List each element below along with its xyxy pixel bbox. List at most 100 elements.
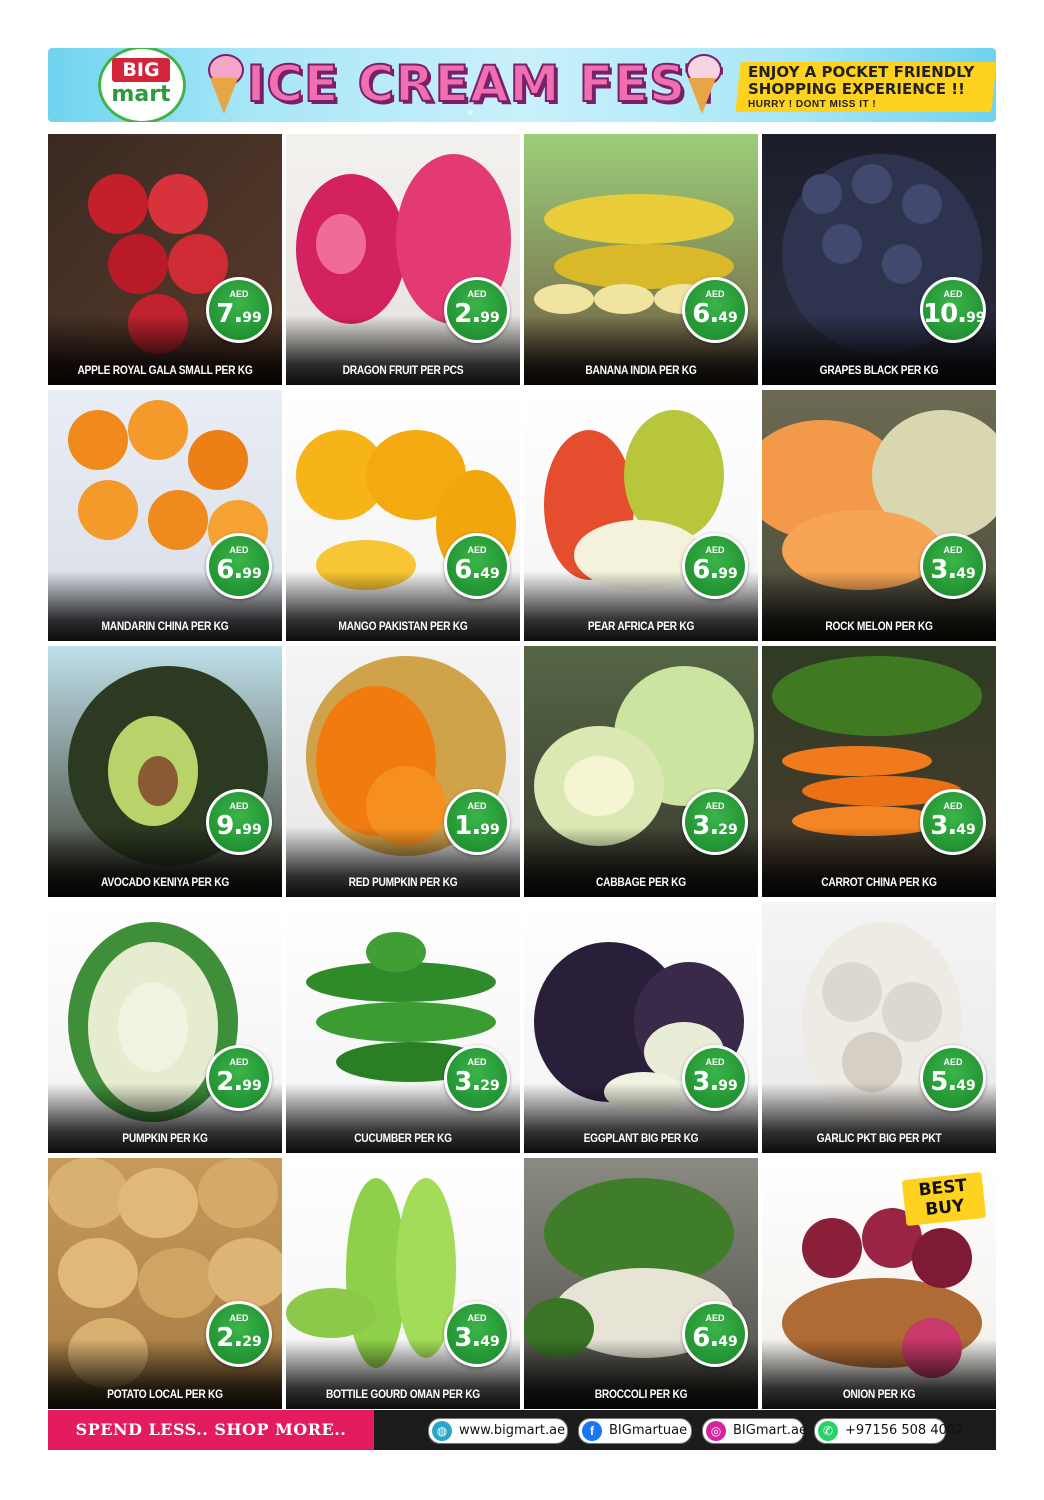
product-shape	[58, 1238, 138, 1308]
product-card[interactable]: AED 6.99 PEAR AFRICA PER KG	[524, 390, 758, 641]
product-name: APPLE ROYAL GALA SMALL PER KG	[77, 363, 253, 377]
product-card[interactable]: AED 6.99 MANDARIN CHINA PER KG	[48, 390, 282, 641]
product-shape	[108, 234, 168, 294]
currency-label: AED	[943, 289, 963, 299]
currency-label: AED	[229, 545, 249, 555]
product-shape	[118, 982, 188, 1072]
instagram-link[interactable]: ◎ BIGmart.ae	[702, 1418, 807, 1444]
price-whole: 5.	[930, 1067, 957, 1097]
facebook-link[interactable]: f BIGmartuae	[578, 1418, 692, 1444]
price-decimal: 99	[966, 310, 986, 326]
currency-label: AED	[705, 545, 725, 555]
price-badge-fill: AED 3.29	[447, 1048, 507, 1108]
product-name: DRAGON FRUIT PER PCS	[342, 363, 464, 377]
price-whole: 2.	[216, 1067, 243, 1097]
product-card[interactable]: AED 3.49 ROCK MELON PER KG	[762, 390, 996, 641]
currency-label: AED	[229, 1057, 249, 1067]
footer-bar: SPEND LESS.. SHOP MORE.. ◍ www.bigmart.a…	[48, 1410, 996, 1450]
price-value: 3.29	[685, 811, 745, 841]
product-card[interactable]: AED 1.99 RED PUMPKIN PER KG	[286, 646, 520, 897]
product-shape	[852, 164, 892, 204]
product-shape	[772, 656, 982, 736]
product-shape	[118, 1168, 198, 1238]
product-card[interactable]: AED 5.49 GARLIC PKT BIG PER PKT	[762, 902, 996, 1153]
product-name: BOTTILE GOURD OMAN PER KG	[325, 1387, 480, 1401]
price-decimal: 99	[242, 566, 262, 582]
product-name: RED PUMPKIN PER KG	[348, 875, 458, 889]
product-name: BANANA INDIA PER KG	[585, 363, 697, 377]
product-name: ROCK MELON PER KG	[825, 619, 933, 633]
price-badge: AED 2.99	[444, 277, 510, 343]
price-badge-fill: AED 3.49	[923, 792, 983, 852]
price-value: 3.29	[447, 1067, 507, 1097]
product-card[interactable]: AED 2.29 POTATO LOCAL PER KG	[48, 1158, 282, 1409]
currency-label: AED	[705, 289, 725, 299]
price-badge-fill: AED 2.29	[209, 1304, 269, 1364]
price-value: 7.99	[209, 299, 269, 329]
product-card[interactable]: AED 10.99 GRAPES BLACK PER KG	[762, 134, 996, 385]
product-card[interactable]: AED 3.29 CABBAGE PER KG	[524, 646, 758, 897]
currency-label: AED	[705, 1057, 725, 1067]
price-value: 3.49	[447, 1323, 507, 1353]
product-name: BROCCOLI PER KG	[594, 1387, 688, 1401]
product-card[interactable]: AED 3.49 BOTTILE GOURD OMAN PER KG	[286, 1158, 520, 1409]
price-badge-fill: AED 3.49	[923, 536, 983, 596]
whatsapp-link[interactable]: ✆ +97156 508 4002	[814, 1418, 963, 1444]
price-whole: 3.	[454, 1323, 481, 1353]
product-card[interactable]: BEST BUY ONION PER KG	[762, 1158, 996, 1409]
product-card[interactable]: AED 6.49 MANGO PAKISTAN PER KG	[286, 390, 520, 641]
product-card[interactable]: AED 3.49 CARROT CHINA PER KG	[762, 646, 996, 897]
product-card[interactable]: AED 2.99 PUMPKIN PER KG	[48, 902, 282, 1153]
price-badge-fill: AED 2.99	[447, 280, 507, 340]
product-shape	[316, 1002, 496, 1042]
price-badge: AED 3.49	[920, 533, 986, 599]
ice-cream-cone-icon	[682, 54, 722, 116]
price-badge: AED 5.49	[920, 1045, 986, 1111]
currency-label: AED	[705, 1313, 725, 1323]
price-badge-fill: AED 6.99	[685, 536, 745, 596]
price-decimal: 99	[480, 822, 500, 838]
price-badge: AED 6.99	[682, 533, 748, 599]
product-name: MANDARIN CHINA PER KG	[101, 619, 229, 633]
price-decimal: 99	[718, 566, 738, 582]
price-whole: 3.	[692, 1067, 719, 1097]
price-value: 6.49	[447, 555, 507, 585]
product-card[interactable]: AED 3.99 EGGPLANT BIG PER KG	[524, 902, 758, 1153]
price-badge: AED 6.49	[444, 533, 510, 599]
price-decimal: 49	[718, 1334, 738, 1350]
price-badge-fill: AED 3.49	[447, 1304, 507, 1364]
globe-icon: ◍	[432, 1421, 452, 1441]
product-card[interactable]: AED 9.99 AVOCADO KENIYA PER KG	[48, 646, 282, 897]
product-name: CARROT CHINA PER KG	[821, 875, 937, 889]
currency-label: AED	[467, 1057, 487, 1067]
price-value: 6.49	[685, 299, 745, 329]
website-link[interactable]: ◍ www.bigmart.ae	[428, 1418, 568, 1444]
product-card[interactable]: AED 7.99 APPLE ROYAL GALA SMALL PER KG	[48, 134, 282, 385]
currency-label: AED	[943, 801, 963, 811]
price-badge: AED 2.29	[206, 1301, 272, 1367]
product-name: CABBAGE PER KG	[596, 875, 686, 889]
price-decimal: 29	[480, 1078, 500, 1094]
bigmart-logo[interactable]: BIG mart	[98, 48, 186, 122]
product-name: ONION PER KG	[842, 1387, 916, 1401]
price-badge-fill: AED 7.99	[209, 280, 269, 340]
price-whole: 6.	[454, 555, 481, 585]
price-whole: 6.	[216, 555, 243, 585]
price-badge: AED 3.99	[682, 1045, 748, 1111]
price-badge: AED 6.99	[206, 533, 272, 599]
price-decimal: 29	[242, 1334, 262, 1350]
product-shape	[316, 214, 366, 274]
product-card[interactable]: AED 3.29 CUCUMBER PER KG	[286, 902, 520, 1153]
product-card[interactable]: AED 6.49 BROCCOLI PER KG	[524, 1158, 758, 1409]
tagline-line-1: ENJOY A POCKET FRIENDLY	[748, 63, 975, 81]
product-shape	[822, 962, 882, 1022]
currency-label: AED	[229, 1313, 249, 1323]
product-card[interactable]: AED 2.99 DRAGON FRUIT PER PCS	[286, 134, 520, 385]
tagline-line-3: HURRY ! DONT MISS IT !	[748, 99, 877, 110]
product-shape	[594, 284, 654, 314]
facebook-text: BIGmartuae	[609, 1423, 688, 1438]
product-card[interactable]: AED 6.49 BANANA INDIA PER KG	[524, 134, 758, 385]
price-badge: AED 6.49	[682, 277, 748, 343]
price-badge-fill: AED 3.29	[685, 792, 745, 852]
price-whole: 3.	[692, 811, 719, 841]
